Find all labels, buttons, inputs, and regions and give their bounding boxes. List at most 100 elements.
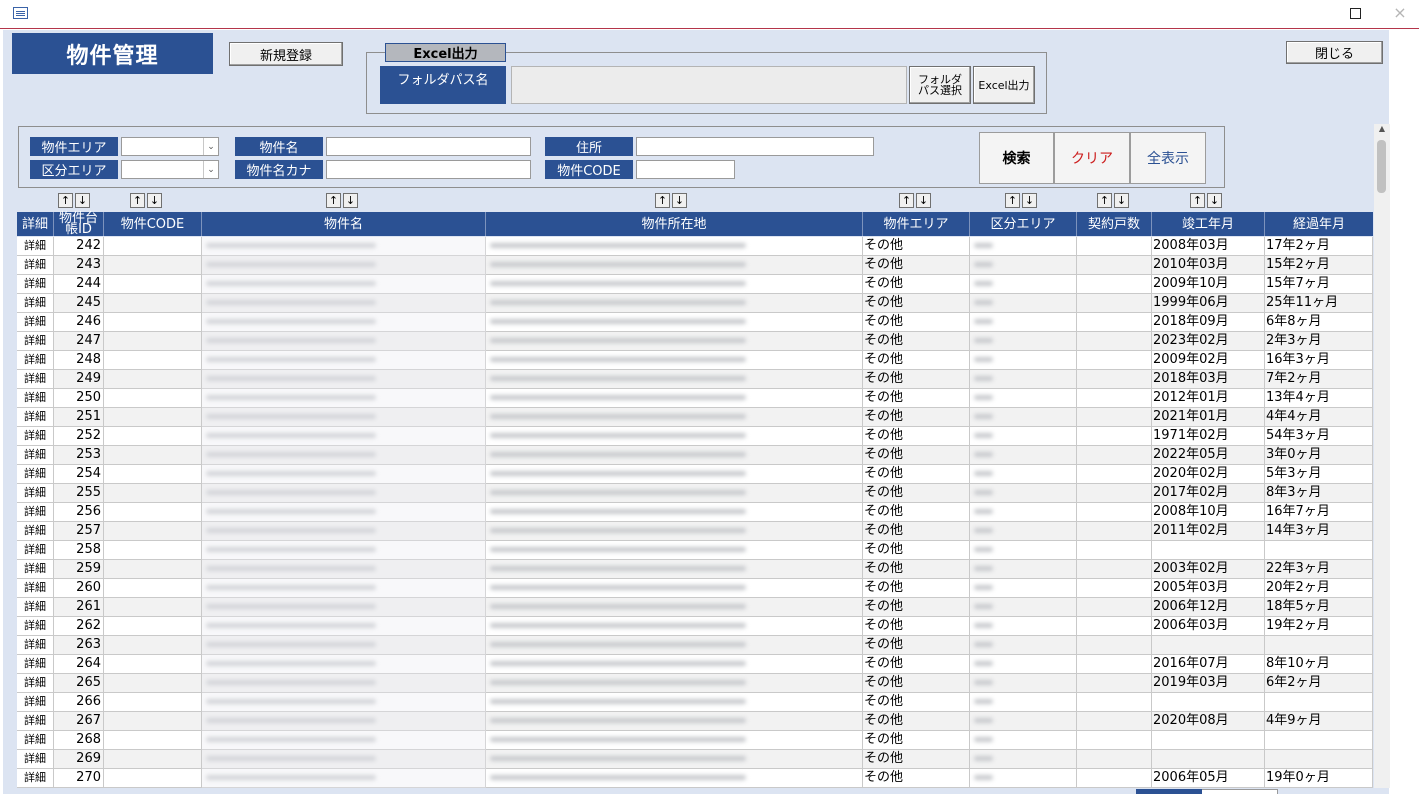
table-row[interactable]: 詳細 248 その他 2009年02月 16年3ヶ月 bbox=[17, 351, 1373, 370]
sort-desc-button[interactable]: ↓ bbox=[343, 193, 358, 208]
detail-button[interactable]: 詳細 bbox=[17, 579, 54, 598]
table-row[interactable]: 詳細 261 その他 2006年12月 18年5ヶ月 bbox=[17, 598, 1373, 617]
sort-desc-button[interactable]: ↓ bbox=[1207, 193, 1222, 208]
property-code-input[interactable] bbox=[636, 160, 735, 179]
detail-button[interactable]: 詳細 bbox=[17, 750, 54, 769]
search-button[interactable]: 検索 bbox=[979, 132, 1054, 184]
property-name-input[interactable] bbox=[326, 137, 531, 156]
close-icon[interactable]: × bbox=[1392, 3, 1408, 23]
table-row[interactable]: 詳細 244 その他 2009年10月 15年7ヶ月 bbox=[17, 275, 1373, 294]
detail-button[interactable]: 詳細 bbox=[17, 370, 54, 389]
scrollbar-thumb[interactable] bbox=[1377, 140, 1386, 193]
detail-button[interactable]: 詳細 bbox=[17, 503, 54, 522]
new-register-button[interactable]: 新規登録 bbox=[229, 42, 343, 66]
ledger-id-cell: 270 bbox=[54, 769, 104, 788]
detail-button[interactable]: 詳細 bbox=[17, 408, 54, 427]
detail-button[interactable]: 詳細 bbox=[17, 351, 54, 370]
folder-select-button[interactable]: フォルダ パス選択 bbox=[909, 66, 971, 104]
table-row[interactable]: 詳細 258 その他 bbox=[17, 541, 1373, 560]
detail-button[interactable]: 詳細 bbox=[17, 541, 54, 560]
units-cell bbox=[1077, 560, 1152, 579]
detail-button[interactable]: 詳細 bbox=[17, 655, 54, 674]
table-row[interactable]: 詳細 251 その他 2021年01月 4年4ヶ月 bbox=[17, 408, 1373, 427]
detail-button[interactable]: 詳細 bbox=[17, 522, 54, 541]
sort-asc-button[interactable]: ↑ bbox=[899, 193, 914, 208]
sort-asc-button[interactable]: ↑ bbox=[1190, 193, 1205, 208]
sort-asc-button[interactable]: ↑ bbox=[58, 193, 73, 208]
sort-desc-button[interactable]: ↓ bbox=[147, 193, 162, 208]
maximize-icon[interactable] bbox=[1350, 8, 1361, 19]
detail-button[interactable]: 詳細 bbox=[17, 237, 54, 256]
area-select[interactable]: ⌄ bbox=[121, 137, 219, 156]
sort-asc-button[interactable]: ↑ bbox=[326, 193, 341, 208]
detail-button[interactable]: 詳細 bbox=[17, 294, 54, 313]
table-row[interactable]: 詳細 249 その他 2018年03月 7年2ヶ月 bbox=[17, 370, 1373, 389]
detail-button[interactable]: 詳細 bbox=[17, 769, 54, 788]
clear-button[interactable]: クリア bbox=[1054, 132, 1130, 184]
table-row[interactable]: 詳細 269 その他 bbox=[17, 750, 1373, 769]
table-row[interactable]: 詳細 265 その他 2019年03月 6年2ヶ月 bbox=[17, 674, 1373, 693]
folder-path-input[interactable] bbox=[511, 66, 907, 104]
table-row[interactable]: 詳細 253 その他 2022年05月 3年0ヶ月 bbox=[17, 446, 1373, 465]
sort-asc-button[interactable]: ↑ bbox=[1005, 193, 1020, 208]
sort-desc-button[interactable]: ↓ bbox=[1022, 193, 1037, 208]
detail-button[interactable]: 詳細 bbox=[17, 332, 54, 351]
detail-button[interactable]: 詳細 bbox=[17, 712, 54, 731]
table-row[interactable]: 詳細 264 その他 2016年07月 8年10ヶ月 bbox=[17, 655, 1373, 674]
table-row[interactable]: 詳細 247 その他 2023年02月 2年3ヶ月 bbox=[17, 332, 1373, 351]
property-kana-input[interactable] bbox=[326, 160, 531, 179]
table-row[interactable]: 詳細 250 その他 2012年01月 13年4ヶ月 bbox=[17, 389, 1373, 408]
table-row[interactable]: 詳細 259 その他 2003年02月 22年3ヶ月 bbox=[17, 560, 1373, 579]
excel-export-button[interactable]: Excel出力 bbox=[973, 66, 1035, 104]
units-cell bbox=[1077, 503, 1152, 522]
kubun-area-select[interactable]: ⌄ bbox=[121, 160, 219, 179]
table-row[interactable]: 詳細 266 その他 bbox=[17, 693, 1373, 712]
vertical-scrollbar[interactable] bbox=[1374, 124, 1390, 788]
chevron-down-icon[interactable]: ⌄ bbox=[203, 138, 218, 155]
detail-button[interactable]: 詳細 bbox=[17, 598, 54, 617]
sort-desc-button[interactable]: ↓ bbox=[672, 193, 687, 208]
table-row[interactable]: 詳細 254 その他 2020年02月 5年3ヶ月 bbox=[17, 465, 1373, 484]
detail-button[interactable]: 詳細 bbox=[17, 313, 54, 332]
table-row[interactable]: 詳細 256 その他 2008年10月 16年7ヶ月 bbox=[17, 503, 1373, 522]
detail-button[interactable]: 詳細 bbox=[17, 484, 54, 503]
table-row[interactable]: 詳細 267 その他 2020年08月 4年9ヶ月 bbox=[17, 712, 1373, 731]
close-button[interactable]: 閉じる bbox=[1286, 41, 1383, 64]
table-row[interactable]: 詳細 243 その他 2010年03月 15年2ヶ月 bbox=[17, 256, 1373, 275]
sort-asc-button[interactable]: ↑ bbox=[655, 193, 670, 208]
sort-desc-button[interactable]: ↓ bbox=[75, 193, 90, 208]
table-row[interactable]: 詳細 270 その他 2006年05月 19年0ヶ月 bbox=[17, 769, 1373, 788]
table-row[interactable]: 詳細 268 その他 bbox=[17, 731, 1373, 750]
detail-button[interactable]: 詳細 bbox=[17, 256, 54, 275]
sort-asc-button[interactable]: ↑ bbox=[1097, 193, 1112, 208]
detail-button[interactable]: 詳細 bbox=[17, 465, 54, 484]
bottom-tab-active[interactable] bbox=[1136, 789, 1202, 794]
detail-button[interactable]: 詳細 bbox=[17, 731, 54, 750]
show-all-button[interactable]: 全表示 bbox=[1130, 132, 1206, 184]
table-row[interactable]: 詳細 257 その他 2011年02月 14年3ヶ月 bbox=[17, 522, 1373, 541]
age-cell: 7年2ヶ月 bbox=[1265, 370, 1373, 389]
detail-button[interactable]: 詳細 bbox=[17, 446, 54, 465]
scroll-up-icon[interactable]: ▲ bbox=[1376, 124, 1388, 136]
table-row[interactable]: 詳細 242 その他 2008年03月 17年2ヶ月 bbox=[17, 237, 1373, 256]
detail-button[interactable]: 詳細 bbox=[17, 560, 54, 579]
table-row[interactable]: 詳細 246 その他 2018年09月 6年8ヶ月 bbox=[17, 313, 1373, 332]
sort-asc-button[interactable]: ↑ bbox=[130, 193, 145, 208]
table-row[interactable]: 詳細 260 その他 2005年03月 20年2ヶ月 bbox=[17, 579, 1373, 598]
chevron-down-icon[interactable]: ⌄ bbox=[203, 161, 218, 178]
table-row[interactable]: 詳細 255 その他 2017年02月 8年3ヶ月 bbox=[17, 484, 1373, 503]
detail-button[interactable]: 詳細 bbox=[17, 617, 54, 636]
sort-desc-button[interactable]: ↓ bbox=[916, 193, 931, 208]
table-row[interactable]: 詳細 252 その他 1971年02月 54年3ヶ月 bbox=[17, 427, 1373, 446]
table-row[interactable]: 詳細 263 その他 bbox=[17, 636, 1373, 655]
address-input[interactable] bbox=[636, 137, 874, 156]
table-row[interactable]: 詳細 245 その他 1999年06月 25年11ヶ月 bbox=[17, 294, 1373, 313]
detail-button[interactable]: 詳細 bbox=[17, 427, 54, 446]
detail-button[interactable]: 詳細 bbox=[17, 674, 54, 693]
sort-desc-button[interactable]: ↓ bbox=[1114, 193, 1129, 208]
detail-button[interactable]: 詳細 bbox=[17, 389, 54, 408]
detail-button[interactable]: 詳細 bbox=[17, 693, 54, 712]
detail-button[interactable]: 詳細 bbox=[17, 275, 54, 294]
detail-button[interactable]: 詳細 bbox=[17, 636, 54, 655]
table-row[interactable]: 詳細 262 その他 2006年03月 19年2ヶ月 bbox=[17, 617, 1373, 636]
